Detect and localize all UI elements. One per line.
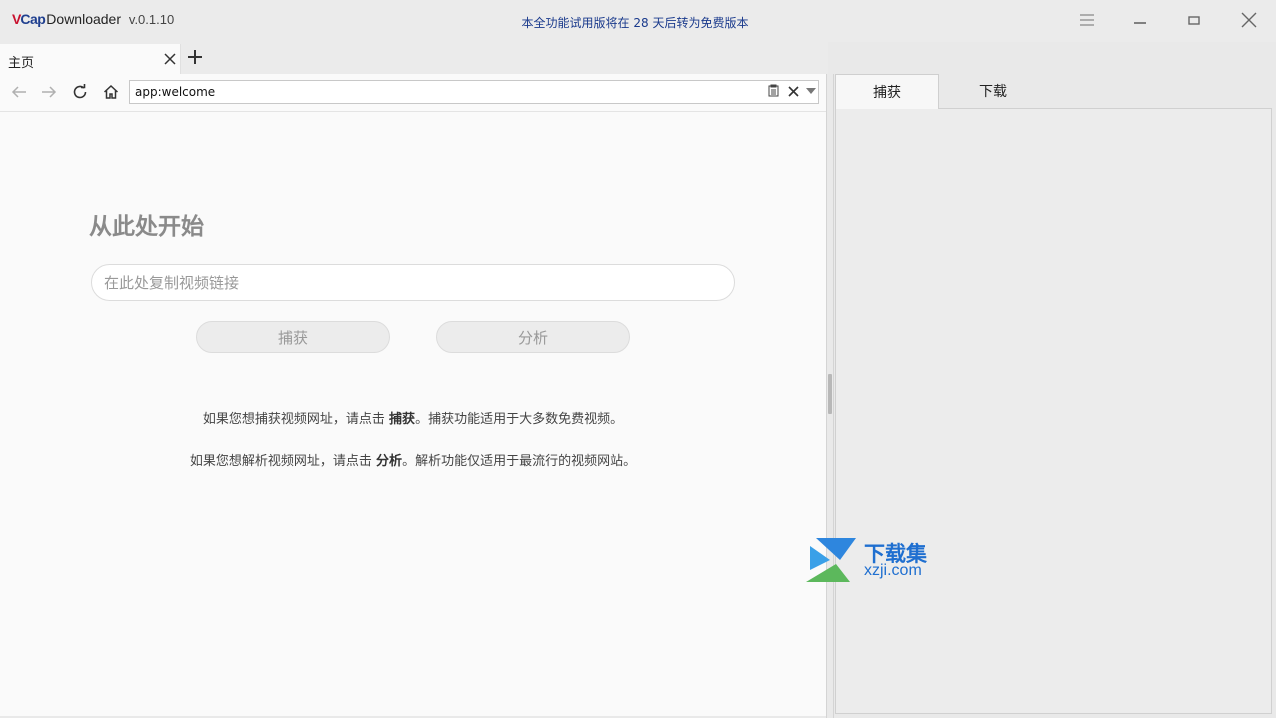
capture-help-keyword: 捕获	[389, 412, 416, 427]
capture-help-before: 如果您想捕获视频网址，请点击	[202, 412, 390, 427]
close-icon	[1241, 12, 1257, 28]
splitter-grip-handle[interactable]	[828, 374, 832, 414]
back-button[interactable]	[7, 80, 31, 104]
hamburger-icon	[1080, 14, 1094, 26]
capture-button[interactable]: 捕获	[196, 321, 390, 353]
app-title: VCapDownloader v.0.1.10	[12, 11, 174, 27]
dropdown-icon	[806, 88, 816, 94]
panel-splitter[interactable]	[826, 74, 834, 718]
welcome-page: 从此处开始 捕获 分析 如果您想捕获视频网址，请点击 捕获。捕获功能适用于大多数…	[0, 112, 826, 716]
watermark-logo-icon	[806, 538, 856, 582]
app-version: v.0.1.10	[128, 12, 175, 27]
trial-notice: 本全功能试用版将在 28 天后转为免费版本	[521, 16, 749, 30]
capture-list-area	[835, 108, 1272, 714]
address-text[interactable]: app:welcome	[135, 85, 215, 99]
home-button[interactable]	[99, 80, 123, 104]
tab-download[interactable]: 下载	[941, 74, 1045, 108]
clear-address-button[interactable]	[788, 82, 799, 101]
title-bar: VCapDownloader v.0.1.10 本全功能试用版将在 28 天后转…	[0, 0, 1276, 42]
maximize-icon	[1188, 16, 1200, 25]
right-panel: 捕获 下载	[835, 74, 1272, 714]
reload-icon	[73, 84, 87, 99]
forward-arrow-icon	[42, 86, 57, 98]
page-title: 从此处开始	[89, 214, 204, 240]
watermark: 下载集 xzji.com	[806, 538, 966, 584]
analyze-help-keyword: 分析	[376, 454, 403, 469]
watermark-text-en: xzji.com	[864, 562, 922, 579]
app-name: Downloader	[46, 11, 122, 27]
clipboard-icon	[768, 84, 779, 97]
reload-button[interactable]	[68, 80, 92, 104]
tab-capture[interactable]: 捕获	[835, 74, 939, 109]
tab-label: 主页	[8, 56, 35, 71]
analyze-help-before: 如果您想解析视频网址，请点击	[189, 454, 377, 469]
analyze-button[interactable]: 分析	[436, 321, 630, 353]
back-arrow-icon	[11, 86, 26, 98]
hamburger-menu-button[interactable]	[1067, 6, 1107, 34]
forward-button[interactable]	[37, 80, 61, 104]
logo-cap: Cap	[20, 11, 46, 27]
tab-bar: 主页	[0, 42, 828, 74]
capture-help-after: 。捕获功能适用于大多数免费视频。	[415, 412, 624, 427]
tab-home[interactable]: 主页	[0, 44, 181, 74]
analyze-help-after: 。解析功能仅适用于最流行的视频网站。	[402, 454, 637, 469]
minimize-icon	[1134, 22, 1146, 24]
new-tab-button[interactable]	[188, 44, 202, 70]
address-dropdown-button[interactable]	[806, 86, 816, 97]
address-bar[interactable]: app:welcome	[129, 80, 819, 104]
analyze-help-text: 如果您想解析视频网址，请点击 分析。解析功能仅适用于最流行的视频网站。	[0, 450, 826, 469]
minimize-button[interactable]	[1120, 6, 1160, 34]
clear-icon	[788, 86, 799, 97]
tab-close-button[interactable]	[164, 49, 176, 69]
maximize-button[interactable]	[1174, 6, 1214, 34]
capture-help-text: 如果您想捕获视频网址，请点击 捕获。捕获功能适用于大多数免费视频。	[0, 408, 826, 427]
video-link-input[interactable]	[91, 264, 735, 301]
paste-button[interactable]	[768, 84, 779, 100]
navigation-bar: app:welcome	[0, 74, 826, 112]
close-window-button[interactable]	[1229, 6, 1269, 34]
plus-icon	[188, 50, 202, 64]
home-icon	[103, 84, 119, 99]
close-icon	[164, 53, 176, 65]
